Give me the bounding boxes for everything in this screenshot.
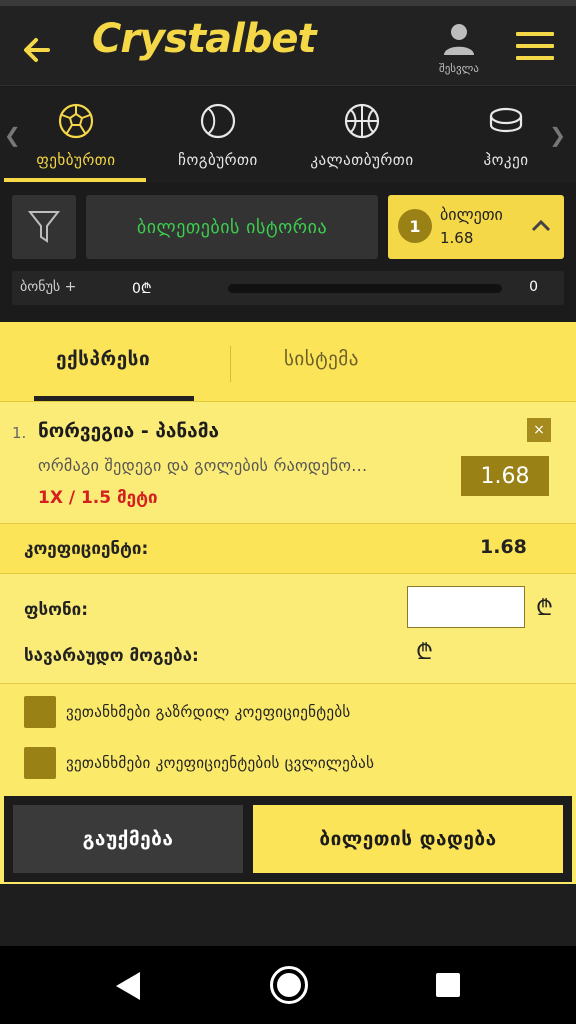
- bet-pick: 1X / 1.5 მეტი: [38, 488, 158, 508]
- slip-toolbar: ბილეთების ისტორია 1 ბილეთი 1.68 ბონუს + …: [0, 183, 576, 321]
- sport-label: ჰოკეი: [483, 151, 529, 169]
- tab-divider: [230, 346, 231, 382]
- sport-label: ჩოგბურთი: [178, 151, 258, 169]
- nav-home-icon[interactable]: [270, 966, 308, 1004]
- tennis-ball-icon: [200, 103, 236, 139]
- lari-icon: ₾: [416, 640, 433, 665]
- tab-tennis[interactable]: ჩოგბურთი: [148, 101, 288, 169]
- cancel-button[interactable]: გაუქმება: [13, 805, 243, 873]
- chevron-up-icon: [531, 219, 551, 232]
- option-label: ვეთანხმები კოეფიციენტების ცვლილებას: [66, 754, 375, 772]
- ticket-label: ბილეთი: [440, 205, 503, 224]
- basketball-icon: [344, 103, 380, 139]
- lari-icon: ₾: [536, 596, 553, 621]
- bet-item: 1. ნორვეგია - პანამა ორმაგი შედეგი და გო…: [0, 402, 576, 524]
- arrow-left-icon: [24, 38, 50, 62]
- bottom-filler: [0, 884, 576, 946]
- accept-increased-odds-option[interactable]: ვეთანხმები გაზრდილ კოეფიციენტებს: [24, 696, 564, 730]
- crystalbet-logo[interactable]: Crystal bet: [92, 16, 317, 76]
- user-icon: [444, 24, 474, 55]
- app-header: Crystal bet შესვლა: [0, 6, 576, 86]
- sport-label: კალათბურთი: [310, 151, 414, 169]
- accept-odds-change-checkbox[interactable]: [24, 747, 56, 779]
- accept-odds-change-option[interactable]: ვეთანხმები კოეფიციენტების ცვლილებას: [24, 747, 564, 781]
- ticket-history-button[interactable]: ბილეთების ისტორია: [86, 195, 378, 259]
- back-button[interactable]: [18, 30, 58, 70]
- chevron-right-icon[interactable]: ❯: [549, 123, 566, 147]
- tab-soccer[interactable]: ფეხბურთი: [6, 101, 146, 169]
- stake-label: ფსონი:: [24, 600, 89, 620]
- coefficient-label: კოეფიციენტი:: [24, 539, 149, 559]
- total-coefficient-row: კოეფიციენტი: 1.68: [0, 524, 576, 574]
- remove-bet-button[interactable]: ×: [527, 418, 551, 442]
- bonus-value: 0₾: [132, 281, 152, 297]
- login-button[interactable]: შესვლა: [428, 22, 490, 82]
- bonus-max: 0: [529, 279, 538, 295]
- tab-basketball[interactable]: კალათბურთი: [292, 101, 432, 169]
- bet-teams: ნორვეგია - პანამა: [38, 420, 220, 442]
- bet-market: ორმაგი შედეგი და გოლების რაოდენო...: [38, 456, 368, 475]
- option-label: ვეთანხმები გაზრდილ კოეფიციენტებს: [66, 703, 351, 721]
- nav-recents-icon[interactable]: [436, 973, 460, 997]
- ticket-odds: 1.68: [440, 229, 474, 247]
- soccer-ball-icon: [58, 103, 94, 139]
- coefficient-value: 1.68: [480, 536, 527, 558]
- tab-system[interactable]: სისტემა: [284, 348, 359, 370]
- filter-button[interactable]: [12, 195, 76, 259]
- bonus-progress-bar: [228, 284, 502, 293]
- active-tab-indicator: [34, 396, 194, 401]
- login-label: შესვლა: [439, 62, 479, 75]
- nav-back-icon[interactable]: [112, 968, 148, 1004]
- stake-input[interactable]: [407, 586, 525, 628]
- bonus-label: ბონუს +: [20, 279, 77, 295]
- hockey-puck-icon: [489, 107, 523, 133]
- sport-label: ფეხბურთი: [36, 151, 116, 169]
- betslip-tabs: ექსპრესი სისტემა: [0, 322, 576, 402]
- bet-number: 1.: [12, 424, 27, 442]
- ticket-toggle-button[interactable]: 1 ბილეთი 1.68: [388, 195, 564, 259]
- betslip-panel: ექსპრესი სისტემა 1. ნორვეგია - პანამა ორ…: [0, 322, 576, 884]
- system-nav-bar: [0, 946, 576, 1024]
- stake-area: ფსონი: ₾ სავარაუდო მოგება: ₾: [0, 574, 576, 684]
- place-bet-button[interactable]: ბილეთის დადება: [253, 805, 563, 873]
- active-sport-indicator: [4, 178, 146, 182]
- betslip-actions: გაუქმება ბილეთის დადება: [4, 796, 572, 882]
- ticket-count-badge: 1: [398, 209, 432, 243]
- funnel-icon: [28, 211, 60, 243]
- potential-win-label: სავარაუდო მოგება:: [24, 646, 199, 666]
- sports-nav: ❮ ფეხბურთი ჩოგბურთი კალათბურთი ჰოკეი ❯: [0, 87, 576, 183]
- bet-odds: 1.68: [461, 456, 549, 496]
- bonus-bar-row: ბონუს + 0₾ 0: [12, 271, 564, 305]
- tab-express[interactable]: ექსპრესი: [56, 348, 150, 370]
- hamburger-menu-icon[interactable]: [516, 32, 554, 64]
- accept-increased-odds-checkbox[interactable]: [24, 696, 56, 728]
